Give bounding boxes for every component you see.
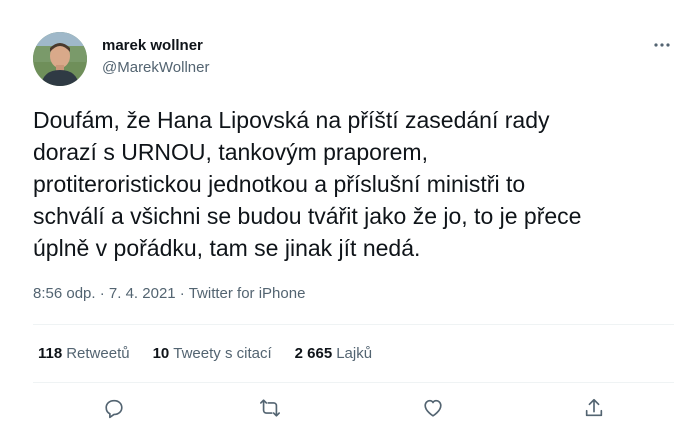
tweet-text-line: dorazí s URNOU, tankovým praporem,: [33, 139, 428, 165]
more-dots-icon[interactable]: [652, 38, 672, 52]
retweets-stat[interactable]: 118 Retweetů: [38, 345, 130, 362]
meta-separator: ·: [95, 285, 109, 302]
quotes-stat[interactable]: 10 Tweety s citací: [153, 345, 272, 362]
likes-label: Lajků: [336, 345, 373, 362]
quotes-label: Tweety s citací: [173, 345, 272, 362]
tweet-text-line: úplně v pořádku, tam se jinak jít nedá.: [33, 235, 421, 261]
likes-stat[interactable]: 2 665 Lajků: [295, 345, 372, 362]
divider: [33, 382, 674, 383]
retweets-count: 118: [38, 345, 63, 362]
retweet-icon[interactable]: [259, 397, 281, 419]
meta-separator: ·: [175, 285, 189, 302]
author-display-name[interactable]: marek wollner: [102, 37, 203, 54]
tweet-time[interactable]: 8:56 odp.: [33, 285, 96, 302]
author-handle[interactable]: @MarekWollner: [102, 59, 209, 76]
retweets-label: Retweetů: [66, 345, 130, 362]
tweet-text: Doufám, že Hana Lipovská na příští zased…: [33, 104, 663, 264]
tweet-date[interactable]: 7. 4. 2021: [109, 285, 176, 302]
share-icon[interactable]: [583, 397, 605, 419]
divider: [33, 324, 674, 325]
person-avatar-icon: [33, 32, 87, 86]
tweet-text-line: Doufám, že Hana Lipovská na příští zased…: [33, 107, 550, 133]
likes-count: 2 665: [294, 345, 333, 362]
tweet-card: marek wollner @MarekWollner Doufám, že H…: [0, 0, 674, 424]
reply-icon[interactable]: [103, 397, 125, 419]
tweet-stats: 118 Retweetů 10 Tweety s citací 2 665 Lajků: [38, 345, 372, 362]
tweet-meta: 8:56 odp. · 7. 4. 2021 · Twitter for iPh…: [33, 285, 305, 302]
tweet-text-line: schválí a všichni se budou tvářit jako ž…: [33, 203, 582, 229]
quotes-count: 10: [152, 345, 170, 362]
tweet-source[interactable]: Twitter for iPhone: [189, 285, 306, 302]
like-icon[interactable]: [422, 397, 444, 419]
avatar[interactable]: [33, 32, 87, 86]
tweet-text-line: protiteroristickou jednotkou a příslušní…: [33, 171, 526, 197]
